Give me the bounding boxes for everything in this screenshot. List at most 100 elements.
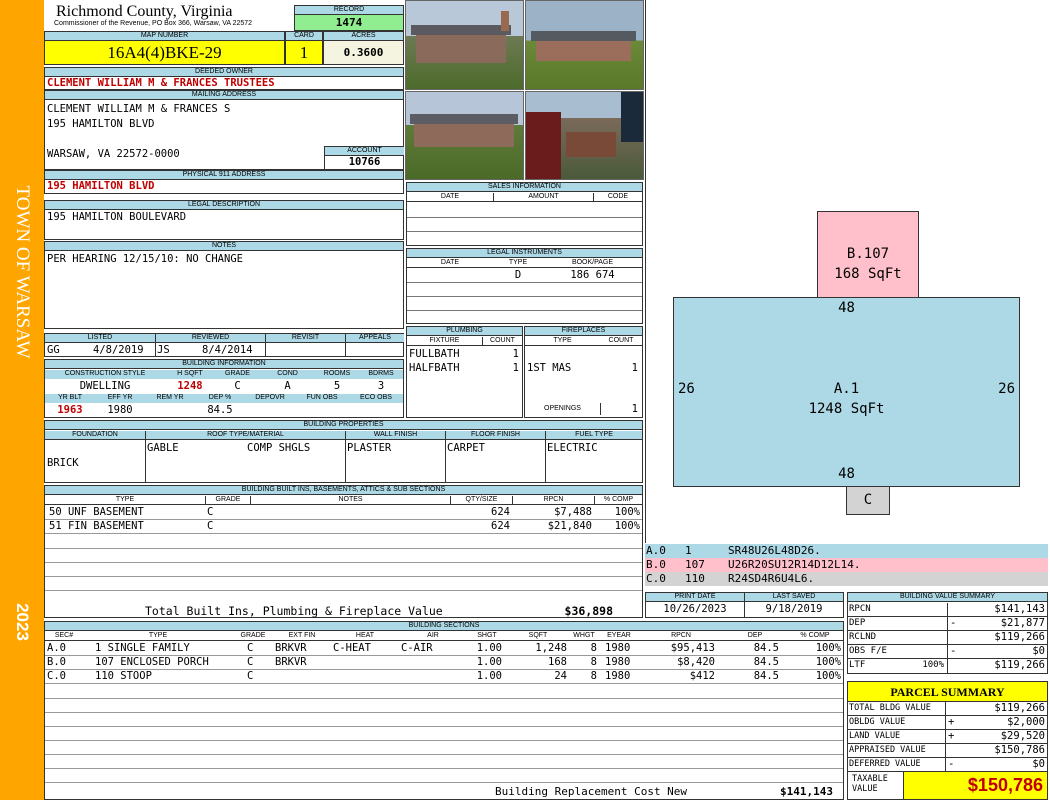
bi-h1-0: CONSTRUCTION STYLE: [45, 370, 165, 379]
record-value: 1474: [295, 15, 403, 30]
bp-h-fuel: FUEL TYPE: [545, 431, 642, 440]
bi-h2-1: EFF YR: [95, 394, 145, 403]
dim-bottom: 48: [838, 466, 855, 482]
sidebar: TOWN OF WARSAW 2023: [0, 0, 44, 800]
mailing-line-2: 195 HAMILTON BLVD: [47, 118, 155, 130]
dim-left: 26: [678, 381, 695, 397]
fuel-type: ELECTRIC: [547, 442, 598, 454]
bi-qty: 624: [491, 506, 510, 518]
print-date-box: PRINT DATE 10/26/2023: [645, 592, 745, 618]
bi-qty: 624: [491, 520, 510, 532]
sec-whgt: 8: [590, 670, 597, 682]
deeded-owner-label: DEEDED OWNER: [45, 68, 403, 77]
sales-h-date: DATE: [440, 193, 460, 200]
divider: [945, 702, 946, 716]
county-title: Richmond County, Virginia: [56, 3, 233, 20]
depreciation-pct: 84.5: [207, 404, 233, 416]
sec-eyear: 1980: [605, 642, 631, 654]
legal-description-box: LEGAL DESCRIPTION 195 HAMILTON BOULEVARD: [44, 200, 404, 240]
parcel-value: $2,000: [1007, 716, 1045, 728]
section-row: C.0 110 STOOP C 1.00 24 8 1980 $412 84.5…: [45, 670, 843, 684]
plumbing-count-2: 1: [512, 362, 519, 374]
sec-eyear: 1980: [605, 656, 631, 668]
fireplaces: FIREPLACES TYPE COUNT 1ST MAS 1 OPENINGS…: [524, 326, 643, 418]
sec-whgt: 8: [590, 656, 597, 668]
built-ins-title: BUILDING BUILT INS, BASEMENTS, ATTICS & …: [45, 486, 642, 495]
divider: [45, 768, 843, 769]
year-label: 2023: [13, 603, 32, 641]
parcel-row: APPRAISED VALUE $150,786: [848, 744, 1047, 758]
legal-description-label: LEGAL DESCRIPTION: [45, 201, 403, 210]
built-ins-row: 51 FIN BASEMENT C 624 $21,840 100%: [45, 520, 642, 534]
listed-date: 4/8/2019: [93, 344, 144, 356]
divider: [947, 603, 948, 617]
record-box: RECORD 1474: [294, 5, 404, 31]
value-amount: $119,266: [994, 631, 1045, 643]
roof-material: COMP SHGLS: [247, 442, 311, 454]
sec-h-rpcn: RPCN: [671, 632, 691, 639]
bi-type: 51 FIN BASEMENT: [49, 520, 144, 532]
sec-comp: 100%: [815, 656, 841, 668]
bi-h2-0: YR BLT: [45, 394, 95, 403]
value-amount: $0: [1032, 645, 1045, 657]
value-row: RPCN $141,143: [848, 603, 1047, 617]
sec-h-air: AIR: [427, 632, 439, 639]
divider: [45, 754, 843, 755]
divider: [265, 343, 266, 357]
sketch-code-row: A.0 1 SR48U26L48D26.: [645, 544, 1048, 558]
built-ins-total: $36,898: [564, 604, 613, 618]
sketch-code-row: B.0 107 U26R20SU12R14D12L14.: [645, 558, 1048, 572]
bi-h-grade: GRADE: [205, 496, 250, 505]
sketch-c-label: C: [863, 492, 873, 508]
bi-comp: 100%: [614, 520, 640, 532]
sec-h-whgt: WHGT: [573, 632, 595, 639]
building-properties: BUILDING PROPERTIES FOUNDATION ROOF TYPE…: [44, 420, 643, 483]
wall-finish: PLASTER: [347, 442, 392, 454]
bi-comp: 100%: [614, 506, 640, 518]
value-amount: $119,266: [994, 659, 1045, 671]
bi-h1-2: GRADE: [215, 370, 260, 379]
divider: [45, 576, 642, 577]
bi-h-type: TYPE: [115, 496, 135, 503]
value-summary-title: BUILDING VALUE SUMMARY: [848, 593, 1047, 602]
foundation: BRICK: [47, 457, 79, 469]
parcel-summary-title: PARCEL SUMMARY: [848, 682, 1047, 702]
divider: [407, 310, 642, 311]
taxable-label: TAXABLE VALUE: [852, 774, 888, 794]
print-date: 10/26/2023: [663, 603, 727, 615]
value-label: DEP: [849, 618, 866, 628]
last-saved: 9/18/2019: [765, 603, 823, 615]
divider: [947, 631, 948, 645]
sec-extfin: BRKVR: [275, 656, 307, 668]
built-ins-row: 50 UNF BASEMENT C 624 $7,488 100%: [45, 506, 642, 520]
bi-h2-2: REM YR: [145, 394, 195, 403]
divider: [145, 440, 146, 482]
divider: [45, 782, 843, 783]
bp-h-foundation: FOUNDATION: [45, 431, 145, 440]
mailing-line-1: CLEMENT WILLIAM M & FRANCES S: [47, 103, 231, 115]
bi-h1-5: BDRMS: [359, 370, 403, 379]
acres-box: ACRES 0.3600: [323, 31, 404, 65]
divider: [45, 590, 642, 591]
sketch-a-label: A.1: [833, 381, 860, 397]
sec-grade: C: [247, 656, 254, 668]
divider: [345, 343, 346, 357]
acres-value: 0.3600: [324, 41, 403, 64]
heated-sqft: 1248: [177, 380, 203, 392]
building-information: BUILDING INFORMATION CONSTRUCTION STYLE …: [44, 359, 404, 418]
account-box: ACCOUNT 10766: [324, 146, 404, 170]
sec-dep: 84.5: [753, 656, 779, 668]
parcel-row: DEFERRED VALUE - $0: [848, 758, 1047, 772]
appeals-label: APPEALS: [345, 334, 404, 343]
sec-whgt: 8: [590, 642, 597, 654]
code-path: SR48U26L48D26.: [728, 544, 821, 557]
sec-dep: 84.5: [753, 642, 779, 654]
sec-air: C-AIR: [401, 642, 433, 654]
bi-h-qty: QTY/SIZE: [450, 496, 512, 505]
code-sec: A.0: [646, 544, 666, 557]
bi-h2-5: FUN OBS: [295, 394, 349, 403]
sketch-codes: A.0 1 SR48U26L48D26. B.0 107 U26R20SU12R…: [645, 544, 1048, 587]
sec-id: B.0: [47, 656, 66, 668]
divider: [945, 730, 946, 744]
mailing-address-label: MAILING ADDRESS: [45, 91, 403, 100]
